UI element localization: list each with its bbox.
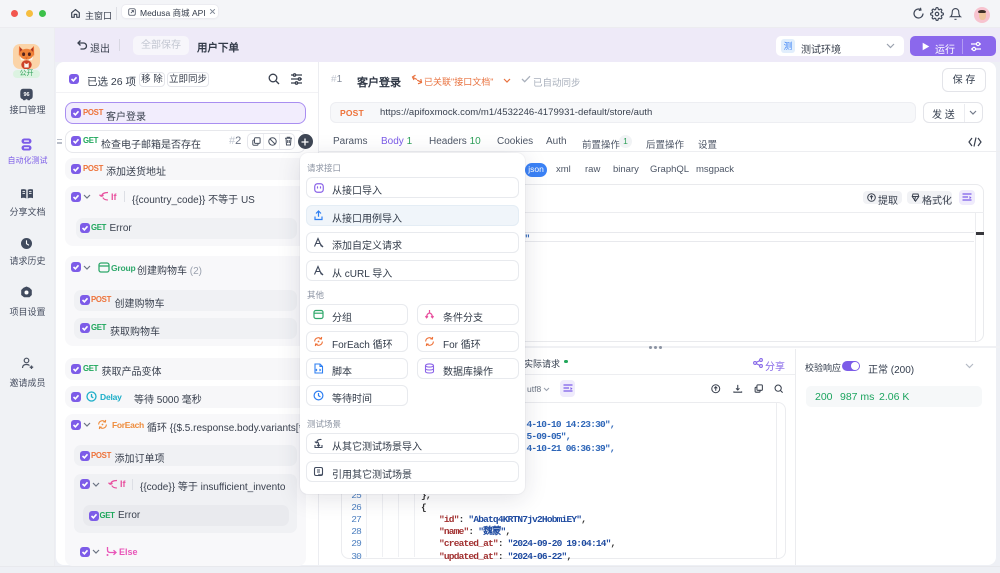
svg-text:96: 96 [23, 92, 29, 98]
